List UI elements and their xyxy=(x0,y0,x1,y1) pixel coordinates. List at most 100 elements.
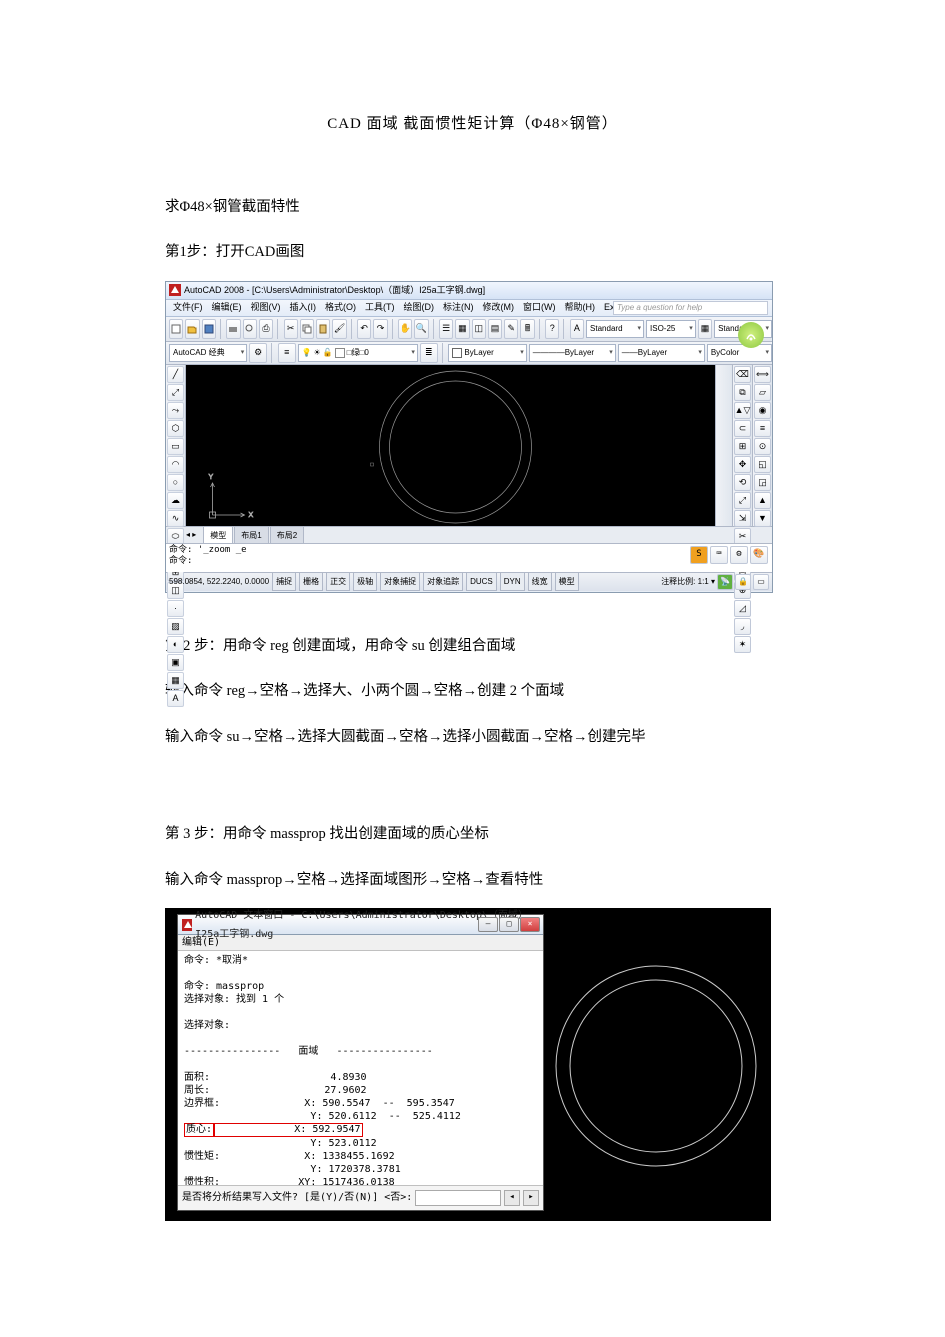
ducs-btn[interactable]: DUCS xyxy=(466,572,497,591)
help-search[interactable]: Type a question for help xyxy=(613,301,768,315)
grid-btn[interactable]: 栅格 xyxy=(299,572,323,591)
offset-icon[interactable]: ⊂ xyxy=(734,420,751,437)
pan-icon[interactable]: ✋ xyxy=(398,319,412,339)
copy-icon[interactable] xyxy=(300,319,314,339)
explode-icon[interactable]: ✶ xyxy=(734,636,751,653)
paste-icon[interactable] xyxy=(316,319,330,339)
drawing-canvas[interactable]: Y X xyxy=(186,365,715,526)
menubar[interactable]: 文件(F) 编辑(E) 视图(V) 插入(I) 格式(O) 工具(T) 绘图(D… xyxy=(166,300,772,317)
point-icon[interactable]: · xyxy=(167,600,184,617)
arc-icon[interactable]: ◠ xyxy=(167,456,184,473)
menu-tools[interactable]: 工具(T) xyxy=(361,298,399,317)
close-icon[interactable]: × xyxy=(520,917,540,932)
status-lock-icon[interactable]: 🔒 xyxy=(735,574,751,590)
sheet-icon[interactable]: ▤ xyxy=(488,319,502,339)
menu-insert[interactable]: 插入(I) xyxy=(286,298,321,317)
id-icon[interactable]: ⊙ xyxy=(754,438,771,455)
ime-s-icon[interactable]: S xyxy=(690,546,708,564)
print-icon[interactable] xyxy=(226,319,240,339)
mtext-icon[interactable]: A xyxy=(167,690,184,707)
copy-obj-icon[interactable]: ⧉ xyxy=(734,384,751,401)
undo-icon[interactable]: ↶ xyxy=(357,319,371,339)
snap-btn[interactable]: 捕捉 xyxy=(272,572,296,591)
ime-kbd-icon[interactable]: ⌨ xyxy=(710,546,728,564)
cut-icon[interactable]: ✂ xyxy=(284,319,298,339)
model-btn[interactable]: 模型 xyxy=(555,572,579,591)
publish-icon[interactable]: ⎙ xyxy=(259,319,273,339)
save-icon[interactable] xyxy=(202,319,216,339)
comm-center-icon[interactable] xyxy=(738,322,764,348)
command-line[interactable]: 命令: '_zoom _e 命令: S ⌨ ⚙ 🎨 xyxy=(166,543,772,572)
menu-draw[interactable]: 绘图(D) xyxy=(400,298,439,317)
status-comm-icon[interactable]: 📡 xyxy=(717,574,733,590)
spline-icon[interactable]: ∿ xyxy=(167,510,184,527)
menu-modify[interactable]: 修改(M) xyxy=(479,298,519,317)
layer-manager-icon[interactable]: ≡ xyxy=(278,343,296,363)
zoom-icon[interactable]: 🔍 xyxy=(414,319,428,339)
erase-icon[interactable]: ⌫ xyxy=(734,366,751,383)
maximize-icon[interactable]: □ xyxy=(499,917,519,932)
below-icon[interactable]: ▼ xyxy=(754,510,771,527)
table-icon[interactable]: ▦ xyxy=(698,319,712,339)
vscrollbar[interactable] xyxy=(715,365,732,526)
rectangle-icon[interactable]: ▭ xyxy=(167,438,184,455)
lwt-btn[interactable]: 线宽 xyxy=(528,572,552,591)
ime-cfg-icon[interactable]: ⚙ xyxy=(730,546,748,564)
help-icon[interactable]: ? xyxy=(545,319,559,339)
menu-window[interactable]: 窗口(W) xyxy=(519,298,560,317)
line-icon[interactable]: ╱ xyxy=(167,366,184,383)
layer-dropdown[interactable]: 💡☀🔓□绿□0 xyxy=(298,344,418,362)
workspace-settings-icon[interactable]: ⚙ xyxy=(249,343,267,363)
gradient-icon[interactable]: ◐ xyxy=(167,636,184,653)
table-draw-icon[interactable]: ▦ xyxy=(167,672,184,689)
polygon-icon[interactable]: ⬡ xyxy=(167,420,184,437)
calc-icon[interactable]: 🖩 xyxy=(520,319,534,339)
menu-help[interactable]: 帮助(H) xyxy=(561,298,600,317)
menu-view[interactable]: 视图(V) xyxy=(247,298,285,317)
move-icon[interactable]: ✥ xyxy=(734,456,751,473)
osnap-btn[interactable]: 对象捕捉 xyxy=(380,572,420,591)
scale-icon[interactable]: ⤢ xyxy=(734,492,751,509)
distance-icon[interactable]: ⟺ xyxy=(754,366,771,383)
region-icon[interactable]: ▣ xyxy=(167,654,184,671)
menu-file[interactable]: 文件(F) xyxy=(169,298,207,317)
tab-layout2[interactable]: 布局2 xyxy=(270,526,304,544)
mirror-icon[interactable]: ▲▽ xyxy=(734,402,751,419)
otrack-btn[interactable]: 对象追踪 xyxy=(423,572,463,591)
pline-icon[interactable]: ⤳ xyxy=(167,402,184,419)
dyn-btn[interactable]: DYN xyxy=(500,572,525,591)
circle-icon[interactable]: ○ xyxy=(167,474,184,491)
chamfer-icon[interactable]: ◿ xyxy=(734,600,751,617)
minimize-icon[interactable]: – xyxy=(478,917,498,932)
tab-layout1[interactable]: 布局1 xyxy=(234,526,268,544)
footer-left-icon[interactable]: ◂ xyxy=(504,1190,520,1206)
toolpalette-icon[interactable]: ◫ xyxy=(472,319,486,339)
footer-input[interactable] xyxy=(415,1190,501,1206)
designcenter-icon[interactable]: ▦ xyxy=(455,319,469,339)
stretch-icon[interactable]: ⇲ xyxy=(734,510,751,527)
tab-model[interactable]: 模型 xyxy=(203,526,233,544)
properties-icon[interactable]: ☰ xyxy=(439,319,453,339)
xline-icon[interactable]: ⤢ xyxy=(167,384,184,401)
rotate-icon[interactable]: ⟲ xyxy=(734,474,751,491)
back-icon[interactable]: ◲ xyxy=(754,474,771,491)
lineweight-dropdown[interactable]: —— ByLayer xyxy=(618,344,705,362)
anno-scale[interactable]: 注释比例: 1:1 ▾ xyxy=(661,574,715,589)
plotstyle-dropdown[interactable]: ByColor xyxy=(707,344,772,362)
color-dropdown[interactable]: ByLayer xyxy=(448,344,526,362)
fillet-icon[interactable]: ◞ xyxy=(734,618,751,635)
array-icon[interactable]: ⊞ xyxy=(734,438,751,455)
menu-format[interactable]: 格式(O) xyxy=(321,298,360,317)
redo-icon[interactable]: ↷ xyxy=(373,319,387,339)
region-mass-icon[interactable]: ◉ xyxy=(754,402,771,419)
linetype-dropdown[interactable]: ———— ByLayer xyxy=(529,344,616,362)
markup-icon[interactable]: ✎ xyxy=(504,319,518,339)
above-icon[interactable]: ▲ xyxy=(754,492,771,509)
open-icon[interactable] xyxy=(185,319,199,339)
match-icon[interactable]: 🖌 xyxy=(332,319,346,339)
polar-btn[interactable]: 极轴 xyxy=(353,572,377,591)
preview-icon[interactable] xyxy=(243,319,257,339)
new-icon[interactable] xyxy=(169,319,183,339)
textstyle-dropdown[interactable]: Standard xyxy=(586,320,644,338)
status-clean-icon[interactable]: ▭ xyxy=(753,574,769,590)
